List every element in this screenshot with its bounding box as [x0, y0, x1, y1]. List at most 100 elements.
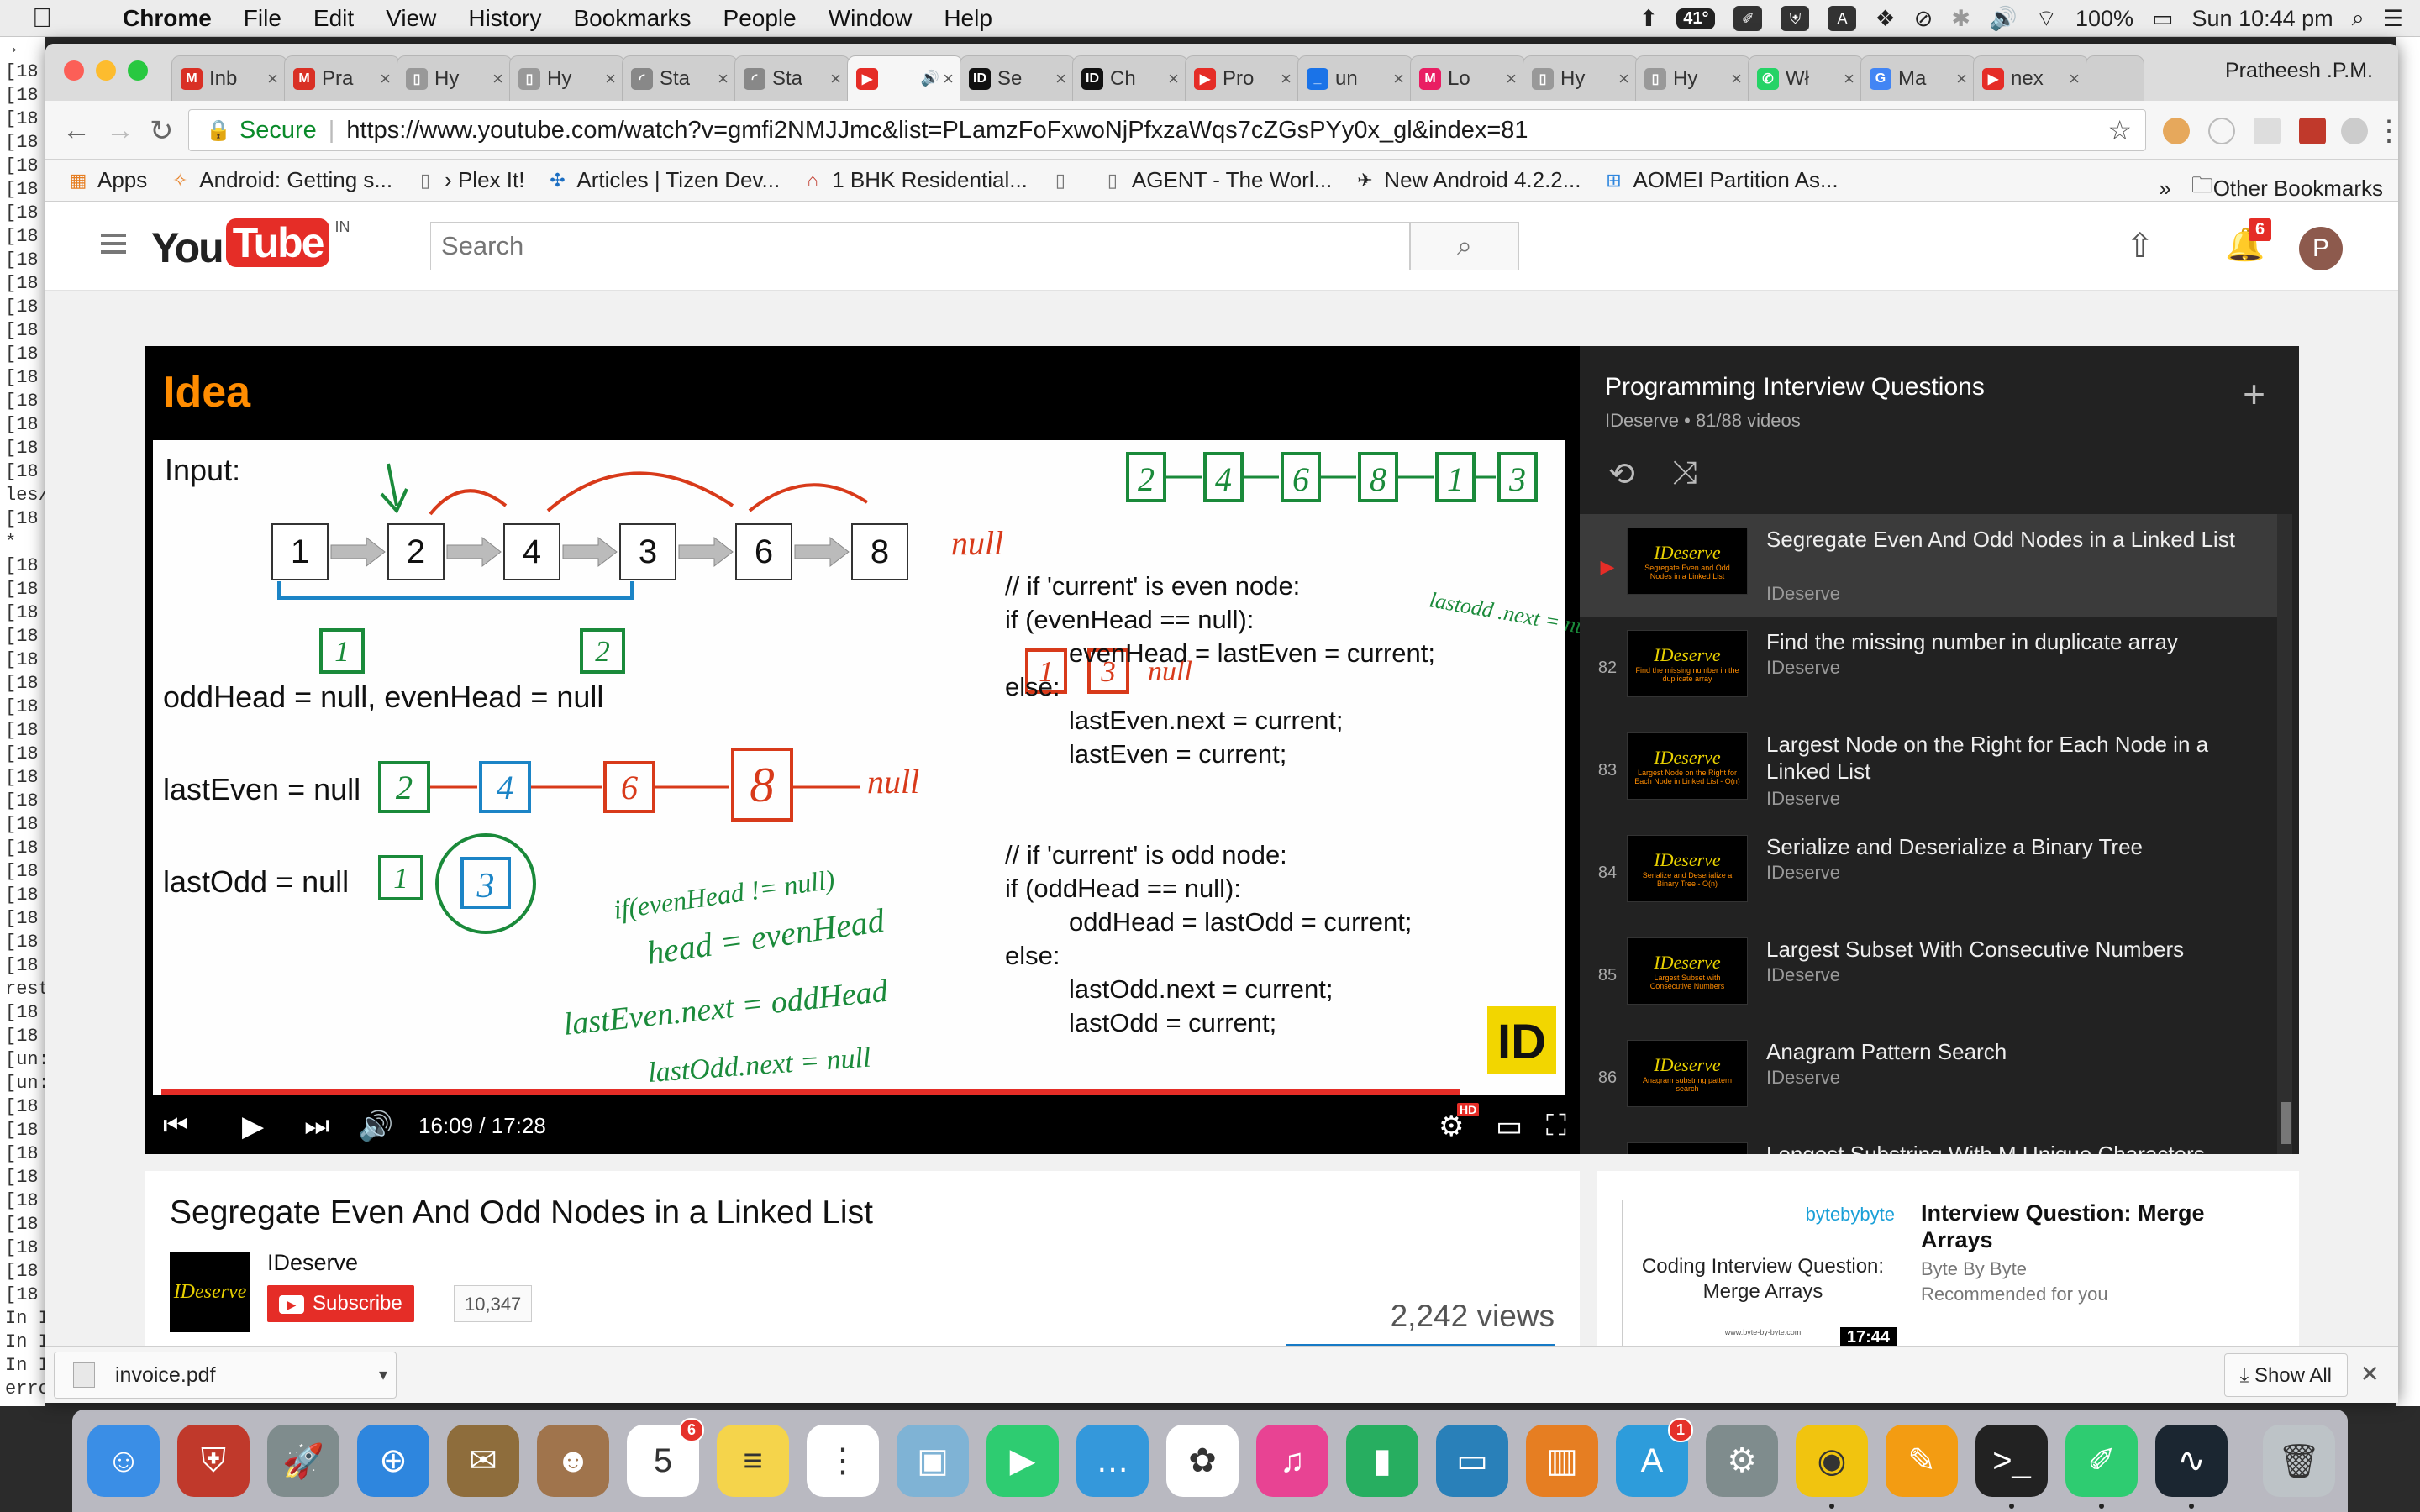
- subscribe-button[interactable]: ▶ Subscribe: [267, 1285, 414, 1322]
- search-button[interactable]: ⌕: [1410, 222, 1519, 270]
- extension-grid-icon[interactable]: [2254, 118, 2281, 144]
- playlist-item[interactable]: 85 IDeserve Largest Subset with Consecutiv…: [1580, 924, 2277, 1026]
- tab-close-icon[interactable]: ×: [1506, 68, 1517, 90]
- tab[interactable]: ▯ Hy ×: [1635, 55, 1751, 101]
- bookmark-item[interactable]: ⊞ AOMEI Partition As...: [1602, 167, 1838, 193]
- tab[interactable]: ▶ nex ×: [1973, 55, 2089, 101]
- calendar-extension-icon[interactable]: [2299, 118, 2326, 144]
- tab-close-icon[interactable]: ×: [1731, 68, 1742, 90]
- pages-icon[interactable]: ✎: [1886, 1425, 1958, 1497]
- menu-window[interactable]: Window: [829, 5, 913, 32]
- evernote-icon[interactable]: ✐: [2065, 1425, 2138, 1509]
- recommended-thumbnail[interactable]: bytebybyte Coding Interview Question: Me…: [1622, 1200, 1902, 1346]
- playlist-thumbnail[interactable]: IDeserve Find the missing number in the d…: [1627, 630, 1748, 697]
- url-text[interactable]: https://www.youtube.com/watch?v=gmfi2NMJ…: [346, 117, 1528, 144]
- play-icon[interactable]: ▶: [242, 1110, 264, 1143]
- bookmark-item[interactable]: ✈ New Android 4.2.2...: [1354, 167, 1581, 193]
- tab[interactable]: ID Se ×: [960, 55, 1076, 101]
- itunes-icon[interactable]: ♫: [1256, 1425, 1328, 1497]
- menubar-clock[interactable]: Sun 10:44 pm: [2192, 6, 2333, 32]
- menu-file[interactable]: File: [244, 5, 281, 32]
- tab[interactable]: M Inb ×: [171, 55, 287, 101]
- mail-bird-icon[interactable]: ✉: [447, 1425, 519, 1497]
- playlist-thumbnail[interactable]: IDeserve Largest Subset with Consecutive …: [1627, 937, 1748, 1005]
- search-input[interactable]: [430, 222, 1410, 270]
- activity-monitor-icon[interactable]: ∿: [2155, 1425, 2228, 1509]
- new-tab-button[interactable]: [2086, 55, 2144, 101]
- tab[interactable]: ✆ Wł ×: [1748, 55, 1864, 101]
- finder-icon[interactable]: ☺: [87, 1425, 160, 1497]
- tab-close-icon[interactable]: ×: [1844, 68, 1854, 90]
- download-menu-caret-icon[interactable]: ▾: [379, 1364, 387, 1385]
- notification-count-badge[interactable]: 6: [2249, 218, 2272, 241]
- skype-extension-icon[interactable]: [2341, 118, 2368, 144]
- close-shelf-icon[interactable]: ✕: [2360, 1360, 2380, 1388]
- next-icon[interactable]: ⏭: [304, 1110, 330, 1142]
- youtube-logo[interactable]: You Tube IN: [151, 218, 350, 272]
- accessibility-icon[interactable]: ⬆: [1639, 6, 1659, 32]
- close-window-button[interactable]: [64, 60, 84, 81]
- app-store-icon[interactable]: A1: [1616, 1418, 1693, 1497]
- tab-active[interactable]: ▶ 🔊 ×: [847, 55, 963, 101]
- playlist-item-title[interactable]: Serialize and Deserialize a Binary Tree: [1766, 833, 2262, 860]
- tab[interactable]: M Pra ×: [284, 55, 400, 101]
- preview-icon[interactable]: ▣: [897, 1425, 969, 1497]
- battery-percent[interactable]: 100%: [2075, 6, 2133, 32]
- menu-edit[interactable]: Edit: [313, 5, 354, 32]
- background-terminal[interactable]: → [18 [18 [18 [18 [18 [18 [18 [18 [18 [18 [18 [18 [18…: [0, 37, 45, 1406]
- theater-mode-icon[interactable]: ▭: [1496, 1110, 1523, 1143]
- playlist-item-title[interactable]: Segregate Even And Odd Nodes in a Linked…: [1766, 526, 2262, 553]
- channel-name[interactable]: IDeserve: [267, 1250, 358, 1276]
- facetime-icon[interactable]: ▶: [986, 1425, 1059, 1497]
- chrome-icon[interactable]: ◉: [1796, 1425, 1868, 1509]
- fullscreen-icon[interactable]: ⛶: [1546, 1110, 1566, 1142]
- adobe-tray-icon[interactable]: A: [1828, 6, 1857, 31]
- shuffle-icon[interactable]: ⤨: [1672, 455, 1697, 491]
- playlist-item-title[interactable]: Largest Subset With Consecutive Numbers: [1766, 936, 2262, 963]
- tab-close-icon[interactable]: ×: [380, 68, 391, 90]
- tab[interactable]: M Lo ×: [1410, 55, 1526, 101]
- loop-icon[interactable]: ⟲: [1608, 455, 1635, 493]
- tab[interactable]: ▶ Pro ×: [1185, 55, 1301, 101]
- bookmark-item[interactable]: ▯ › Plex It!: [414, 167, 524, 193]
- evernote-tray-icon[interactable]: ✐: [1733, 6, 1763, 31]
- bookmark-item[interactable]: ▯: [1050, 170, 1080, 192]
- spotlight-search-icon[interactable]: ⌕: [2352, 5, 2365, 32]
- tab[interactable]: G Ma ×: [1860, 55, 1976, 101]
- zoom-window-button[interactable]: [128, 60, 148, 81]
- ibooks-icon[interactable]: ▥: [1526, 1425, 1598, 1497]
- dropbox-icon[interactable]: ❖: [1875, 6, 1895, 32]
- cookie-extension-icon[interactable]: [2163, 118, 2190, 144]
- notes-icon[interactable]: ≡: [717, 1425, 789, 1497]
- playlist-item[interactable]: ▶ IDeserve Segregate Even and Odd Nodes in…: [1580, 514, 2277, 617]
- safari-icon[interactable]: ⊕: [357, 1425, 429, 1497]
- tab-close-icon[interactable]: ×: [830, 68, 841, 90]
- chrome-menu-icon[interactable]: ⋮: [2375, 114, 2398, 148]
- recommended-video[interactable]: bytebybyte Coding Interview Question: Me…: [1597, 1171, 2299, 1346]
- tab-close-icon[interactable]: ×: [943, 68, 954, 90]
- vpn-tray-icon[interactable]: ⛨: [1781, 6, 1810, 31]
- recommended-title[interactable]: Interview Question: Merge Arrays: [1921, 1200, 2274, 1253]
- extension-icon[interactable]: [2208, 118, 2235, 144]
- playlist-title[interactable]: Programming Interview Questions: [1605, 373, 1985, 402]
- launchpad-icon[interactable]: 🚀: [267, 1425, 339, 1497]
- channel-avatar[interactable]: IDeserve: [170, 1252, 250, 1332]
- menu-people[interactable]: People: [723, 5, 797, 32]
- playlist-item-title[interactable]: Anagram Pattern Search: [1766, 1038, 2262, 1065]
- security-app-icon[interactable]: ⛨: [177, 1425, 250, 1497]
- back-arrow-icon[interactable]: ←: [62, 114, 91, 147]
- bookmark-star-icon[interactable]: ☆: [2107, 114, 2132, 146]
- bookmark-item[interactable]: ▯ AGENT - The Worl...: [1102, 167, 1332, 193]
- playlist-item-title[interactable]: Longest Substring With M Unique Characte…: [1766, 1141, 2262, 1154]
- tab-audio-icon[interactable]: 🔊: [921, 70, 939, 87]
- bluetooth-icon[interactable]: ✱: [1951, 6, 1970, 32]
- account-avatar[interactable]: P: [2299, 227, 2343, 270]
- wifi-icon[interactable]: ⌔: [2036, 4, 2057, 33]
- playlist-thumbnail[interactable]: IDeserve Segregate Even and Odd Nodes in …: [1627, 528, 1748, 595]
- previous-icon[interactable]: ⏮: [163, 1110, 189, 1142]
- menu-view[interactable]: View: [386, 5, 436, 32]
- add-playlist-icon[interactable]: +: [2243, 371, 2265, 417]
- progress-bar[interactable]: [161, 1089, 1563, 1095]
- playlist-item[interactable]: 84 IDeserve Serialize and Deserialize a Bi…: [1580, 822, 2277, 924]
- playlist-thumbnail[interactable]: IDeserve Largest Node on the Right for Ea…: [1627, 732, 1748, 800]
